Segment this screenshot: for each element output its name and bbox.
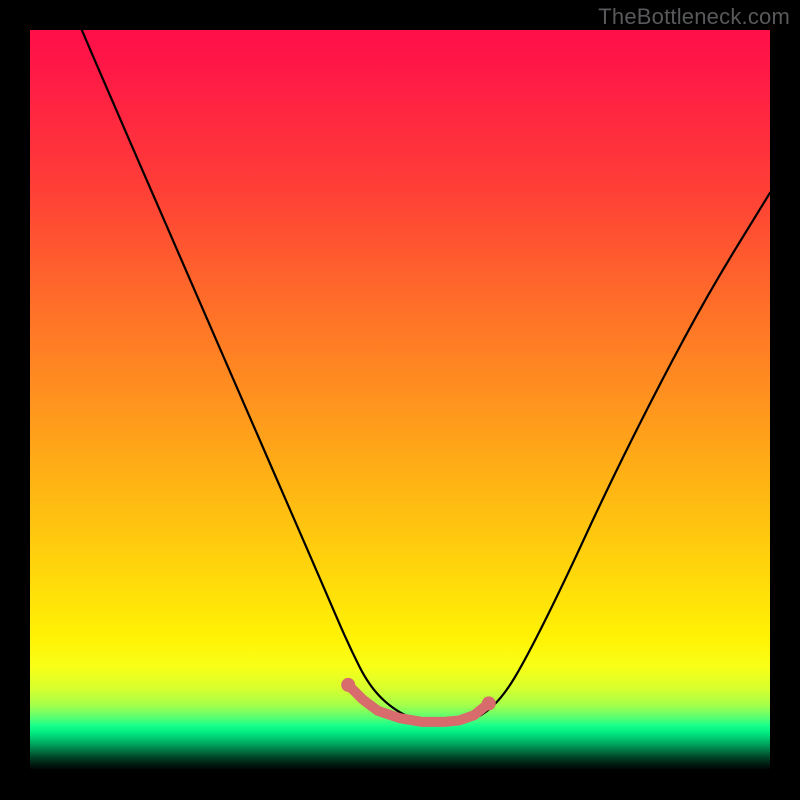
plot-area <box>30 30 770 770</box>
chart-overlay <box>30 30 770 770</box>
highlight-dot <box>482 696 496 710</box>
highlight-connector <box>348 685 489 722</box>
watermark-text: TheBottleneck.com <box>598 4 790 30</box>
bottleneck-curve <box>82 30 770 723</box>
highlight-dots-group <box>341 678 496 722</box>
highlight-dot <box>341 678 355 692</box>
chart-frame: TheBottleneck.com <box>0 0 800 800</box>
